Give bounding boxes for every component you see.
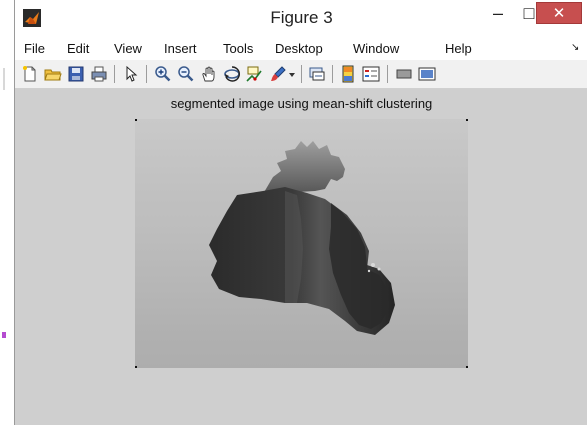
figure-title: segmented image using mean-shift cluster… — [170, 96, 433, 111]
zoom-out-icon[interactable] — [177, 65, 195, 83]
background-window-marker — [2, 332, 6, 338]
print-icon[interactable] — [90, 65, 108, 83]
hide-plot-tools-icon[interactable] — [395, 65, 413, 83]
menu-desktop[interactable]: Desktop — [275, 41, 323, 56]
zoom-in-icon[interactable] — [154, 65, 172, 83]
figure-window: Figure 3 – □ ✕ File Edit View Insert Too… — [14, 0, 587, 425]
open-file-icon[interactable] — [44, 65, 62, 83]
toolbar-separator — [114, 65, 115, 83]
axes-corner-tick — [135, 119, 137, 121]
rotate-3d-icon[interactable] — [223, 65, 241, 83]
menu-edit[interactable]: Edit — [67, 41, 89, 56]
insert-colorbar-icon[interactable] — [339, 65, 357, 83]
axes-corner-tick — [466, 366, 468, 368]
toolbar-separator — [332, 65, 333, 83]
close-button[interactable]: ✕ — [536, 2, 582, 24]
data-cursor-icon[interactable] — [246, 65, 264, 83]
link-icon[interactable] — [308, 65, 326, 83]
menu-view[interactable]: View — [114, 41, 142, 56]
show-plot-tools-icon[interactable] — [418, 65, 436, 83]
menu-overflow-icon[interactable]: ↘ — [571, 42, 579, 53]
axes-corner-tick — [466, 119, 468, 121]
image-axes — [135, 119, 468, 368]
menu-bar: File Edit View Insert Tools Desktop Wind… — [15, 37, 587, 60]
background-window-marker — [3, 68, 5, 90]
brush-icon[interactable] — [269, 65, 287, 83]
new-figure-icon[interactable] — [21, 65, 39, 83]
minimize-button[interactable]: – — [483, 0, 513, 26]
menu-window[interactable]: Window — [353, 41, 399, 56]
menu-insert[interactable]: Insert — [164, 41, 197, 56]
title-bar[interactable]: Figure 3 – □ ✕ — [15, 0, 587, 38]
save-icon[interactable] — [67, 65, 85, 83]
menu-help[interactable]: Help — [445, 41, 472, 56]
toolbar-separator — [387, 65, 388, 83]
menu-file[interactable]: File — [24, 41, 45, 56]
toolbar-separator — [301, 65, 302, 83]
background-window-strip — [0, 0, 15, 425]
edit-plot-icon[interactable] — [122, 65, 140, 83]
axes-corner-tick — [135, 366, 137, 368]
pan-icon[interactable] — [200, 65, 218, 83]
segmented-image — [135, 119, 468, 368]
insert-legend-icon[interactable] — [362, 65, 380, 83]
toolbar-separator — [146, 65, 147, 83]
toolbar — [15, 60, 587, 89]
brush-dropdown-icon[interactable] — [288, 65, 296, 83]
menu-tools[interactable]: Tools — [223, 41, 253, 56]
